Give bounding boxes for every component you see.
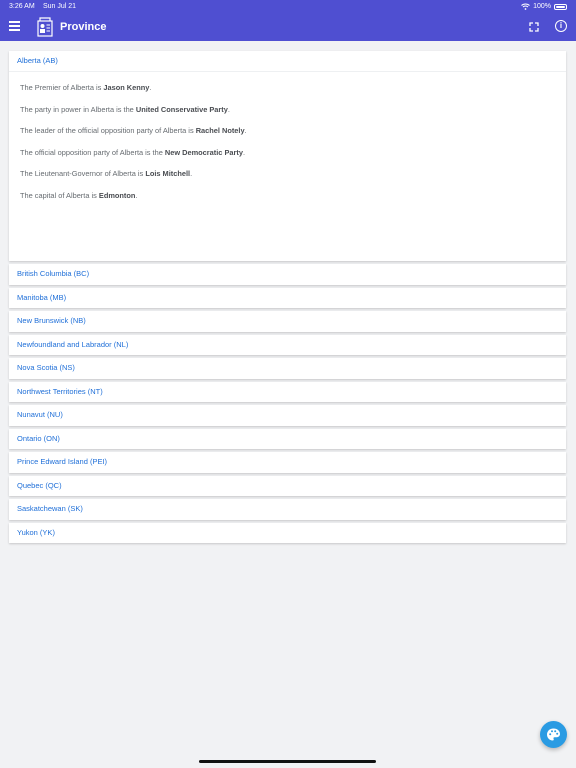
province-logo-icon: [37, 17, 53, 37]
fact-punctuation: .: [227, 104, 230, 114]
fact-value: Rachel Notely: [195, 126, 245, 135]
palette-button[interactable]: [540, 721, 567, 748]
fact-text: The capital of Alberta is: [20, 190, 99, 200]
fact-punctuation: .: [244, 126, 247, 135]
app-header: 3:26 AM Sun Jul 21 100% Province i: [0, 0, 576, 41]
province-item[interactable]: New Brunswick (NB): [9, 311, 566, 332]
province-item[interactable]: Saskatchewan (SK): [9, 499, 566, 520]
fact-punctuation: .: [190, 169, 193, 178]
province-item[interactable]: Prince Edward Island (PEI): [9, 452, 566, 473]
province-item[interactable]: Yukon (YK): [9, 522, 566, 543]
fact-value: New Democratic Party: [164, 147, 243, 157]
battery-percent: 100%: [533, 3, 551, 10]
province-item[interactable]: Quebec (QC): [9, 475, 566, 496]
fact-value: Edmonton: [98, 190, 136, 200]
province-item[interactable]: Manitoba (MB): [9, 287, 566, 308]
fact-punctuation: .: [135, 190, 138, 200]
province-header-alberta[interactable]: Alberta (AB): [9, 51, 566, 72]
province-fact: The Premier of Alberta is Jason Kenny.: [20, 84, 555, 92]
wifi-icon: [521, 3, 530, 10]
status-bar: 3:26 AM Sun Jul 21 100%: [0, 0, 576, 14]
province-item[interactable]: Ontario (ON): [9, 428, 566, 449]
fact-text: The Lieutenant-Governor of Alberta is: [20, 169, 146, 178]
collapsed-provinces: British Columbia (BC) Manitoba (MB) New Br…: [9, 264, 566, 543]
fact-punctuation: .: [242, 147, 245, 157]
status-indicators: 100%: [521, 3, 567, 10]
fact-punctuation: .: [149, 83, 152, 92]
province-fact: The official opposition party of Alberta…: [20, 147, 555, 157]
province-fact: The Lieutenant-Governor of Alberta is Lo…: [20, 170, 555, 178]
province-item[interactable]: Northwest Territories (NT): [9, 381, 566, 402]
fact-text: The party in power in Alberta is the: [20, 104, 136, 114]
info-icon[interactable]: i: [555, 20, 567, 32]
province-list: Alberta (AB) The Premier of Alberta is J…: [9, 51, 566, 543]
fact-text: The official opposition party of Alberta…: [20, 147, 165, 157]
province-item[interactable]: Nova Scotia (NS): [9, 358, 566, 379]
province-item[interactable]: Newfoundland and Labrador (NL): [9, 334, 566, 355]
status-time: 3:26 AM: [9, 3, 35, 10]
home-indicator: [199, 760, 376, 763]
fact-value: Jason Kenny: [103, 83, 150, 92]
province-fact: The party in power in Alberta is the Uni…: [20, 104, 555, 114]
province-item[interactable]: Nunavut (NU): [9, 405, 566, 426]
expand-icon[interactable]: [529, 22, 539, 32]
fact-value: United Conservative Party: [135, 104, 228, 114]
menu-icon[interactable]: [9, 21, 20, 32]
status-date: Sun Jul 21: [43, 3, 77, 10]
province-fact: The leader of the official opposition pa…: [20, 127, 555, 135]
province-details: The Premier of Alberta is Jason Kenny. Th…: [9, 72, 566, 261]
fact-text: The Premier of Alberta is: [20, 83, 104, 92]
fact-value: Lois Mitchell: [145, 169, 191, 178]
fact-text: The leader of the official opposition pa…: [20, 126, 196, 135]
palette-icon: [547, 728, 560, 741]
expanded-province-panel: Alberta (AB) The Premier of Alberta is J…: [9, 51, 566, 261]
nav-bar: Province i: [0, 14, 576, 41]
battery-icon: [554, 3, 567, 10]
province-fact: The capital of Alberta is Edmonton.: [20, 190, 555, 200]
province-item[interactable]: British Columbia (BC): [9, 264, 566, 285]
page-title: Province: [60, 21, 107, 33]
